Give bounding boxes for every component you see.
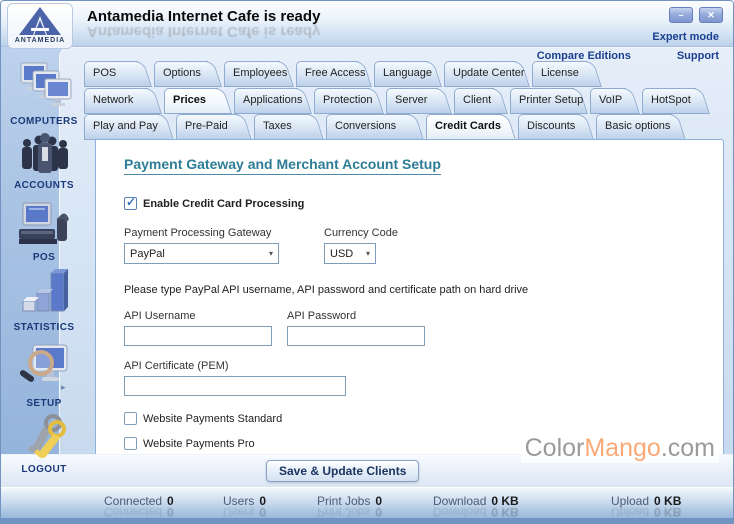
minimize-button[interactable]: – [669,7,693,23]
sidebar-expander-icon[interactable]: ▸ [61,382,66,393]
api-credentials-row: API Username API Password [124,310,723,346]
status-bar: Connected0 Connected0 Users0 Users0 Prin… [1,487,733,523]
sidebar-item-computers[interactable]: COMPUTERS [1,59,87,127]
tab-protection[interactable]: Protection [314,88,386,114]
status-connected: Connected0 Connected0 [104,494,174,519]
credit-cards-panel: Payment Gateway and Merchant Account Set… [95,139,724,457]
logo-text: ANTAMEDIA [15,37,65,44]
computers-icon [15,59,73,115]
app-window: Antamedia Internet Cafe is ready Antamed… [0,0,734,524]
title-bar: Antamedia Internet Cafe is ready Antamed… [1,1,733,47]
window-controls: – ✕ [669,7,723,23]
status-print-jobs: Print Jobs0 Print Jobs0 [317,494,382,519]
support-link[interactable]: Support [677,50,719,62]
enable-processing-row: Enable Credit Card Processing [124,197,723,210]
gateway-field: Payment Processing Gateway PayPal ▾ [124,227,279,264]
main-area: Compare Editions Support POS Options Emp… [59,47,733,487]
payments-standard-label: Website Payments Standard [143,413,282,425]
tab-license[interactable]: License [532,61,604,87]
api-username-label: API Username [124,310,272,322]
sidebar: COMPUTERS ACCOUNTS POS [1,51,59,487]
tab-language[interactable]: Language [374,61,444,87]
tab-prices[interactable]: Prices [164,88,234,114]
accounts-icon [15,131,73,179]
sidebar-item-logout[interactable]: LOGOUT [1,413,87,475]
subtab-credit-cards[interactable]: Credit Cards [426,114,518,140]
subtab-pre-paid[interactable]: Pre-Paid [176,114,254,140]
tab-free-access[interactable]: Free Access [296,61,374,87]
colormango-watermark: ColorMango.com [521,434,719,463]
tab-employees[interactable]: Employees [224,61,296,87]
tab-pos[interactable]: POS [84,61,154,87]
tab-network[interactable]: Network [84,88,164,114]
currency-field: Currency Code USD ▾ [324,227,398,264]
gateway-label: Payment Processing Gateway [124,227,279,239]
logo-triangle-icon [17,6,63,36]
sidebar-item-accounts[interactable]: ACCOUNTS [1,131,87,191]
currency-label: Currency Code [324,227,398,239]
subtab-basic-options[interactable]: Basic options [596,114,688,140]
subtab-discounts[interactable]: Discounts [518,114,596,140]
save-update-clients-button[interactable]: Save & Update Clients [266,460,419,482]
payments-pro-label: Website Payments Pro [143,438,255,450]
sidebar-item-statistics[interactable]: STATISTICS [1,265,87,333]
api-password-input[interactable] [287,326,425,346]
status-users: Users0 Users0 [223,494,266,519]
payments-pro-checkbox[interactable] [124,437,137,450]
status-upload: Upload0 KB Upload0 KB [611,494,681,519]
api-username-input[interactable] [124,326,272,346]
page-title: Payment Gateway and Merchant Account Set… [124,156,441,175]
sidebar-item-setup[interactable]: SETUP [1,339,87,409]
window-title-reflection: Antamedia Internet Cafe is ready [87,23,320,40]
tab-server[interactable]: Server [386,88,454,114]
api-password-label: API Password [287,310,425,322]
api-certificate-input[interactable] [124,376,346,396]
tab-printer-setup[interactable]: Printer Setup [510,88,590,114]
gateway-currency-row: Payment Processing Gateway PayPal ▾ Curr… [124,227,723,264]
tab-row-2: Network Prices Applications Protection S… [84,88,712,114]
statistics-icon [15,265,73,321]
subtab-row: Play and Pay Pre-Paid Taxes Conversions … [84,114,688,140]
chevron-down-icon: ▾ [269,249,273,258]
tab-row-1: POS Options Employees Free Access Langua… [84,61,604,87]
tab-applications[interactable]: Applications [234,88,314,114]
enable-processing-label: Enable Credit Card Processing [143,198,304,210]
close-button[interactable]: ✕ [699,7,723,23]
subtab-taxes[interactable]: Taxes [254,114,326,140]
tab-voip[interactable]: VoIP [590,88,642,114]
sidebar-item-pos[interactable]: POS [1,199,87,263]
tab-options[interactable]: Options [154,61,224,87]
title-wrap: Antamedia Internet Cafe is ready Antamed… [87,8,320,40]
chevron-down-icon: ▾ [366,249,370,258]
gateway-select[interactable]: PayPal ▾ [124,243,279,264]
api-username-field-wrap: API Username [124,310,272,346]
tab-hotspot[interactable]: HotSpot [642,88,712,114]
tab-client[interactable]: Client [454,88,510,114]
payments-standard-checkbox[interactable] [124,412,137,425]
gateway-value: PayPal [130,248,165,260]
api-password-field-wrap: API Password [287,310,425,346]
currency-value: USD [330,248,353,260]
pos-icon [15,199,73,251]
window-title: Antamedia Internet Cafe is ready [87,8,320,25]
api-certificate-label: API Certificate (PEM) [124,360,723,372]
antamedia-logo: ANTAMEDIA [7,3,73,49]
status-download: Download0 KB Download0 KB [433,494,519,519]
enable-processing-checkbox[interactable] [124,197,137,210]
tab-update-center[interactable]: Update Center [444,61,532,87]
api-certificate-field-wrap: API Certificate (PEM) [124,360,723,396]
subtab-conversions[interactable]: Conversions [326,114,426,140]
paypal-instruction-text: Please type PayPal API username, API pas… [124,284,723,296]
logout-icon [15,413,73,463]
expert-mode-link[interactable]: Expert mode [652,31,719,43]
payments-standard-row: Website Payments Standard [124,412,723,425]
subtab-play-and-pay[interactable]: Play and Pay [84,114,176,140]
currency-select[interactable]: USD ▾ [324,243,376,264]
